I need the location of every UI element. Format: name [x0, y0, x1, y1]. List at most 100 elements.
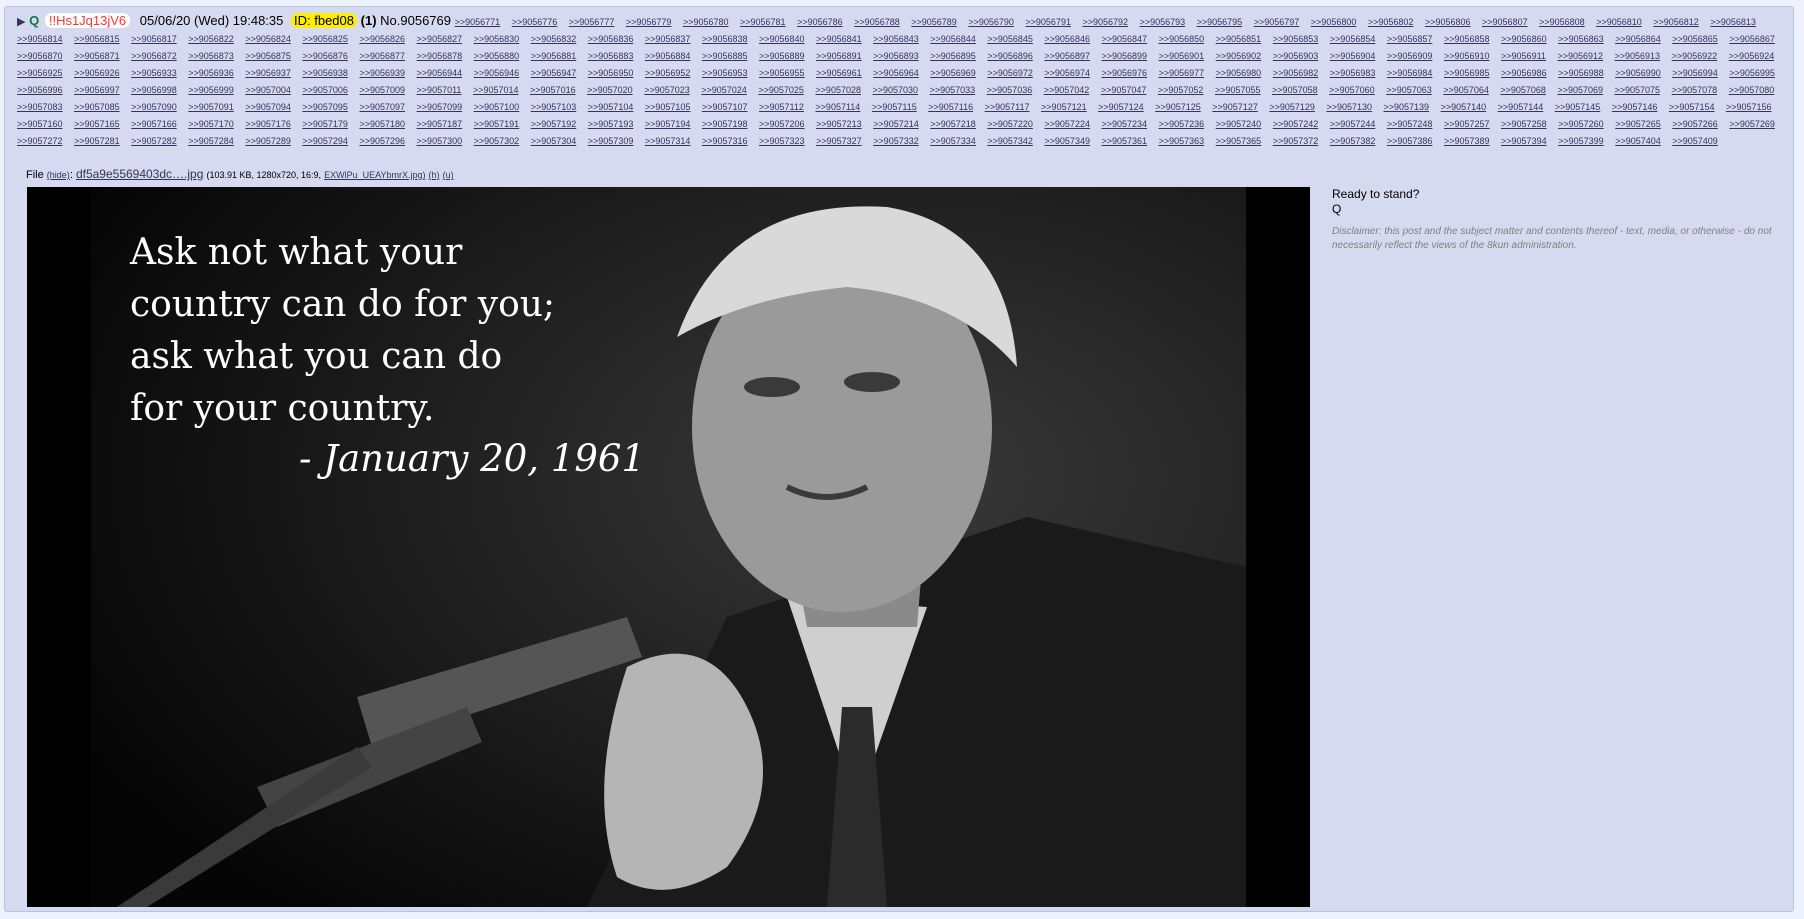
backlink[interactable]: >>9057176: [245, 119, 291, 129]
backlink[interactable]: >>9056822: [188, 34, 234, 44]
backlink[interactable]: >>9056781: [740, 17, 786, 27]
file-h-link[interactable]: (h): [429, 170, 440, 180]
backlink[interactable]: >>9056925: [17, 68, 63, 78]
backlink[interactable]: >>9057236: [1159, 119, 1205, 129]
backlink[interactable]: >>9056903: [1273, 51, 1319, 61]
backlink[interactable]: >>9057115: [872, 102, 917, 112]
backlink[interactable]: >>9056972: [987, 68, 1033, 78]
backlink[interactable]: >>9057234: [1101, 119, 1147, 129]
backlink[interactable]: >>9057020: [587, 85, 633, 95]
backlink[interactable]: >>9057083: [17, 102, 63, 112]
backlink[interactable]: >>9056870: [17, 51, 63, 61]
backlink[interactable]: >>9056792: [1082, 17, 1128, 27]
backlink[interactable]: >>9057242: [1273, 119, 1319, 129]
backlink[interactable]: >>9057112: [759, 102, 804, 112]
backlink[interactable]: >>9056946: [474, 68, 520, 78]
backlink[interactable]: >>9057294: [302, 136, 348, 146]
backlink[interactable]: >>9057240: [1216, 119, 1262, 129]
backlink[interactable]: >>9057342: [987, 136, 1033, 146]
backlink[interactable]: >>9057386: [1387, 136, 1433, 146]
backlink[interactable]: >>9057154: [1669, 102, 1715, 112]
backlink[interactable]: >>9057266: [1672, 119, 1718, 129]
backlink[interactable]: >>9056876: [302, 51, 348, 61]
backlink[interactable]: >>9057028: [815, 85, 861, 95]
backlink[interactable]: >>9056863: [1558, 34, 1604, 44]
backlink[interactable]: >>9057064: [1443, 85, 1489, 95]
backlink[interactable]: >>9057260: [1558, 119, 1604, 129]
backlink[interactable]: >>9057078: [1672, 85, 1718, 95]
backlink[interactable]: >>9056911: [1501, 51, 1546, 61]
backlink[interactable]: >>9056878: [417, 51, 463, 61]
backlink[interactable]: >>9057100: [474, 102, 520, 112]
backlink[interactable]: >>9057105: [645, 102, 691, 112]
backlink[interactable]: >>9056845: [987, 34, 1033, 44]
backlink[interactable]: >>9056998: [131, 85, 177, 95]
backlink[interactable]: >>9056865: [1672, 34, 1718, 44]
backlink[interactable]: >>9057269: [1729, 119, 1775, 129]
backlink[interactable]: >>9056815: [74, 34, 120, 44]
backlink[interactable]: >>9057130: [1326, 102, 1372, 112]
backlink[interactable]: >>9057382: [1330, 136, 1376, 146]
backlink[interactable]: >>9057244: [1330, 119, 1376, 129]
backlink[interactable]: >>9056838: [702, 34, 748, 44]
backlink[interactable]: >>9057194: [645, 119, 691, 129]
backlink[interactable]: >>9056800: [1311, 17, 1357, 27]
backlink[interactable]: >>9056864: [1615, 34, 1661, 44]
backlink[interactable]: >>9056779: [626, 17, 672, 27]
backlink[interactable]: >>9056952: [645, 68, 691, 78]
backlink[interactable]: >>9056999: [188, 85, 234, 95]
backlink[interactable]: >>9056990: [1615, 68, 1661, 78]
backlink[interactable]: >>9056988: [1558, 68, 1604, 78]
backlink[interactable]: >>9056950: [588, 68, 634, 78]
backlink[interactable]: >>9056909: [1387, 51, 1433, 61]
backlink[interactable]: >>9056825: [302, 34, 348, 44]
backlink[interactable]: >>9056895: [930, 51, 976, 61]
backlink[interactable]: >>9056854: [1330, 34, 1376, 44]
backlink[interactable]: >>9056858: [1444, 34, 1490, 44]
backlink[interactable]: >>9057107: [702, 102, 748, 112]
backlink[interactable]: >>9057327: [816, 136, 862, 146]
backlink[interactable]: >>9057399: [1558, 136, 1604, 146]
backlink[interactable]: >>9056789: [911, 17, 957, 27]
backlink[interactable]: >>9057198: [702, 119, 748, 129]
backlink[interactable]: >>9057170: [188, 119, 234, 129]
backlink[interactable]: >>9056884: [645, 51, 691, 61]
backlink[interactable]: >>9056814: [17, 34, 63, 44]
backlink[interactable]: >>9057080: [1729, 85, 1775, 95]
backlink[interactable]: >>9056996: [17, 85, 63, 95]
backlink[interactable]: >>9056840: [759, 34, 805, 44]
backlink[interactable]: >>9056937: [245, 68, 291, 78]
backlink[interactable]: >>9057316: [702, 136, 748, 146]
backlink[interactable]: >>9056896: [987, 51, 1033, 61]
backlink[interactable]: >>9056883: [588, 51, 634, 61]
backlink[interactable]: >>9057258: [1501, 119, 1547, 129]
backlink[interactable]: >>9056806: [1425, 17, 1471, 27]
backlink[interactable]: >>9057349: [1044, 136, 1090, 146]
backlink[interactable]: >>9057272: [17, 136, 63, 146]
backlink[interactable]: >>9056871: [74, 51, 120, 61]
backlink[interactable]: >>9056901: [1159, 51, 1205, 61]
backlink[interactable]: >>9056807: [1482, 17, 1528, 27]
backlink[interactable]: >>9056777: [569, 17, 615, 27]
post-number-link[interactable]: No.9056769: [380, 13, 451, 28]
backlink[interactable]: >>9057213: [816, 119, 862, 129]
backlink[interactable]: >>9056939: [359, 68, 405, 78]
backlink[interactable]: >>9057055: [1215, 85, 1261, 95]
backlink[interactable]: >>9056982: [1273, 68, 1319, 78]
backlink[interactable]: >>9057024: [701, 85, 747, 95]
backlink[interactable]: >>9056933: [131, 68, 177, 78]
backlink[interactable]: >>9056776: [512, 17, 558, 27]
backlink[interactable]: >>9057206: [759, 119, 805, 129]
backlink[interactable]: >>9057224: [1044, 119, 1090, 129]
backlink[interactable]: >>9057014: [473, 85, 519, 95]
file-u-link[interactable]: (u): [443, 170, 454, 180]
backlink[interactable]: >>9057304: [531, 136, 577, 146]
backlink[interactable]: >>9056904: [1330, 51, 1376, 61]
backlink[interactable]: >>9057146: [1612, 102, 1658, 112]
backlink[interactable]: >>9057011: [417, 85, 462, 95]
backlink[interactable]: >>9057160: [17, 119, 63, 129]
backlink[interactable]: >>9056795: [1197, 17, 1243, 27]
backlink[interactable]: >>9056997: [74, 85, 120, 95]
backlink[interactable]: >>9057006: [302, 85, 348, 95]
backlink[interactable]: >>9057166: [131, 119, 177, 129]
